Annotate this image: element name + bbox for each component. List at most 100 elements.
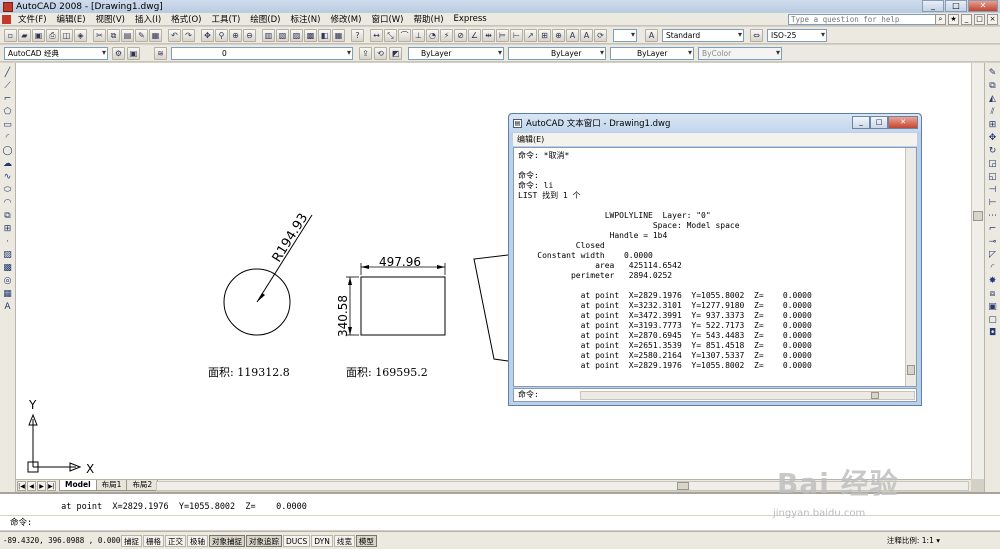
quick-dim-icon[interactable]: ⇹ [482, 28, 495, 42]
menu-dimension[interactable]: 标注(N) [285, 13, 325, 25]
menu-edit[interactable]: 编辑(E) [52, 13, 91, 25]
layer-manager-icon[interactable]: ≋ [154, 46, 167, 60]
text-window-scroll-thumb[interactable] [907, 365, 915, 375]
move-icon[interactable]: ✥ [986, 132, 999, 144]
text-window-body[interactable]: 命令: *取消* 命令: 命令: li LIST 找到 1 个 LWPOLYLINE… [513, 147, 917, 387]
snap-toggle[interactable]: 捕捉 [121, 534, 142, 547]
workspace-select[interactable]: AutoCAD 经典 [4, 46, 108, 60]
send-back-icon[interactable]: ▢ [986, 314, 999, 326]
dim-update-icon[interactable]: ⟳ [594, 28, 607, 42]
explode-icon[interactable]: ✸ [986, 275, 999, 287]
dim-text-edit-icon[interactable]: A [580, 28, 593, 42]
quick-leader-icon[interactable]: ↗ [524, 28, 537, 42]
minimize-button[interactable]: _ [922, 0, 944, 12]
lineweight-select[interactable]: ByLayer [610, 46, 694, 60]
stretch-icon[interactable]: ◱ [986, 171, 999, 183]
offset-icon[interactable]: ⫽ [986, 106, 999, 118]
tab-last-icon[interactable]: ▶| [47, 480, 56, 491]
text-window-maximize-button[interactable]: □ [870, 116, 888, 129]
dim-radius-icon[interactable]: ◔ [426, 28, 439, 42]
text-window-prompt-input[interactable]: 命令: [513, 388, 917, 402]
dim-diameter-icon[interactable]: ⊘ [454, 28, 467, 42]
dim-ordinate-icon[interactable]: ⊥ [412, 28, 425, 42]
tab-layout1[interactable]: 布局1 [95, 480, 128, 491]
preview-icon[interactable]: ◫ [60, 28, 73, 42]
table-icon[interactable]: ▦ [1, 288, 14, 300]
doc-restore-icon[interactable]: □ [974, 14, 985, 25]
text-style-select[interactable]: Standard [662, 28, 744, 42]
calculator-icon[interactable]: ▦ [332, 28, 345, 42]
model-toggle[interactable]: 模型 [355, 534, 377, 547]
scale-icon[interactable]: ◲ [986, 158, 999, 170]
tolerance-icon[interactable]: ⊞ [538, 28, 551, 42]
rectangle-shape[interactable] [360, 276, 446, 336]
drawing-vertical-scrollbar[interactable] [971, 63, 984, 479]
maximize-button[interactable]: □ [945, 0, 967, 12]
text-window-titlebar[interactable]: ▤ AutoCAD 文本窗口 - Drawing1.dwg _ □ ✕ [509, 114, 921, 132]
menu-tools[interactable]: 工具(T) [206, 13, 245, 25]
dyn-toggle[interactable]: DYN [311, 534, 333, 547]
plot-icon[interactable]: ⎙ [46, 28, 59, 42]
ellipse-icon[interactable]: ⬭ [1, 184, 14, 196]
zoom-previous-icon[interactable]: ⊖ [243, 28, 256, 42]
make-block-icon[interactable]: ⊞ [1, 223, 14, 235]
coordinate-readout[interactable]: -89.4320, 396.0988 , 0.0000 [3, 536, 125, 545]
menu-modify[interactable]: 修改(M) [325, 13, 366, 25]
polyline-icon[interactable]: ⌐ [1, 93, 14, 105]
zoom-realtime-icon[interactable]: ⚲ [215, 28, 228, 42]
search-icon[interactable]: ⌕ [935, 14, 946, 25]
ducs-toggle[interactable]: DUCS [283, 534, 311, 547]
grid-toggle[interactable]: 栅格 [143, 534, 164, 547]
doc-icon[interactable] [2, 14, 11, 24]
redo-icon[interactable]: ↷ [182, 28, 195, 42]
extend-icon[interactable]: ⊢ [986, 197, 999, 209]
text-window-close-button[interactable]: ✕ [888, 116, 918, 129]
bring-front-icon[interactable]: ▣ [986, 301, 999, 313]
favorites-icon[interactable]: ★ [948, 14, 959, 25]
osnap-toggle[interactable]: 对象捕捉 [209, 534, 245, 547]
dim-edit-icon[interactable]: A [566, 28, 579, 42]
layer-previous-icon[interactable]: ⟲ [374, 46, 387, 60]
text-window-horizontal-scrollbar[interactable] [580, 391, 915, 400]
new-icon[interactable]: ▫ [4, 28, 17, 42]
doc-minimize-icon[interactable]: _ [961, 14, 972, 25]
mirror-icon[interactable]: ◭ [986, 93, 999, 105]
horizontal-scroll-thumb[interactable] [677, 482, 689, 490]
otrack-toggle[interactable]: 对象追踪 [246, 534, 282, 547]
publish-icon[interactable]: ◈ [74, 28, 87, 42]
cut-icon[interactable]: ✂ [93, 28, 106, 42]
break-icon[interactable]: ⌐ [986, 223, 999, 235]
polar-toggle[interactable]: 极轴 [187, 534, 208, 547]
menu-window[interactable]: 窗口(W) [366, 13, 408, 25]
rectangle-icon[interactable]: ▭ [1, 119, 14, 131]
gradient-icon[interactable]: ▩ [1, 262, 14, 274]
menu-insert[interactable]: 插入(I) [130, 13, 166, 25]
undo-icon[interactable]: ↶ [168, 28, 181, 42]
polyline-shape[interactable] [473, 254, 509, 362]
tab-first-icon[interactable]: |◀ [17, 480, 26, 491]
tab-model[interactable]: Model [59, 480, 97, 491]
text-window-vertical-scrollbar[interactable] [905, 148, 916, 386]
markup-icon[interactable]: ◧ [318, 28, 331, 42]
arc-icon[interactable]: ◜ [1, 132, 14, 144]
ortho-toggle[interactable]: 正交 [165, 534, 186, 547]
properties-icon[interactable]: ▥ [262, 28, 275, 42]
menu-draw[interactable]: 绘图(D) [245, 13, 285, 25]
block-editor-icon[interactable]: ▦ [149, 28, 162, 42]
linetype-select[interactable]: ByLayer [508, 46, 606, 60]
text-window-hscroll-thumb[interactable] [871, 392, 879, 399]
layer-select[interactable]: 0 [171, 46, 353, 60]
open-icon[interactable]: ▰ [18, 28, 31, 42]
text-window-minimize-button[interactable]: _ [852, 116, 870, 129]
dim-continue-icon[interactable]: ⊢ [510, 28, 523, 42]
tab-next-icon[interactable]: ▶ [37, 480, 46, 491]
app-icon[interactable] [3, 1, 13, 12]
ellipse-arc-icon[interactable]: ◠ [1, 197, 14, 209]
break-at-point-icon[interactable]: ⋯ [986, 210, 999, 222]
mtext-icon[interactable]: A [1, 301, 14, 313]
help-icon[interactable]: ? [351, 28, 364, 42]
region-icon[interactable]: ◎ [1, 275, 14, 287]
design-center-icon[interactable]: ▧ [276, 28, 289, 42]
copy-object-icon[interactable]: ⧉ [986, 80, 999, 92]
chamfer-icon[interactable]: ◸ [986, 249, 999, 261]
